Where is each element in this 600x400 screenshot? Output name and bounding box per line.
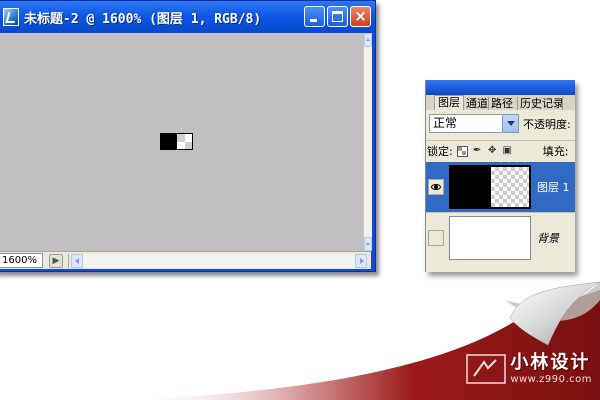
- thumbnail-black-area: [451, 167, 491, 207]
- document-statusbar: 1600% ▶: [0, 251, 371, 269]
- blend-mode-select[interactable]: 正常: [429, 114, 519, 133]
- vertical-scrollbar[interactable]: [363, 33, 372, 251]
- close-icon: ×: [354, 7, 367, 25]
- palette-tabs: 图层 通道 路径 历史记录: [426, 95, 575, 110]
- scroll-down-arrow-icon[interactable]: [364, 237, 372, 251]
- palette-titlebar[interactable]: [426, 80, 575, 95]
- status-divider: [68, 253, 69, 268]
- opacity-label: 不透明度:: [523, 117, 571, 131]
- document-window: 未标题-2 @ 1600% (图层 1, RGB/8) × 1600% ▶: [0, 0, 376, 272]
- horizontal-scrollbar[interactable]: [83, 253, 355, 268]
- layer-name[interactable]: 背景: [537, 230, 559, 246]
- layer-row-background[interactable]: 背景: [426, 212, 575, 262]
- layers-palette: 图层 通道 路径 历史记录 正常 不透明度: 锁定: ✒ ✥ ▣ 填充: 图层 …: [425, 80, 575, 272]
- chevron-down-icon[interactable]: [502, 115, 518, 132]
- lock-label: 锁定:: [427, 145, 453, 158]
- lock-row: 锁定: ✒ ✥ ▣ 填充:: [426, 140, 575, 161]
- layer-thumbnail: [449, 165, 531, 209]
- status-menu-icon[interactable]: ▶: [49, 253, 63, 268]
- zoom-level-field[interactable]: 1600%: [0, 253, 43, 268]
- close-button[interactable]: ×: [350, 6, 371, 27]
- watermark-name: 小林设计: [510, 352, 591, 373]
- tab-paths[interactable]: 路径: [489, 97, 518, 110]
- blend-mode-value: 正常: [433, 116, 458, 130]
- scroll-left-arrow-icon[interactable]: [71, 253, 83, 268]
- canvas-area[interactable]: [0, 33, 363, 251]
- thumbnail-transparent-area: [491, 167, 529, 207]
- blend-options-row: 正常 不透明度:: [426, 111, 575, 136]
- layer-name[interactable]: 图层 1: [537, 179, 570, 195]
- black-pixel-block: [161, 134, 177, 149]
- document-image[interactable]: [160, 133, 193, 150]
- tab-channels[interactable]: 通道: [464, 97, 489, 110]
- tab-layers[interactable]: 图层: [434, 95, 464, 110]
- document-title: 未标题-2 @ 1600% (图层 1, RGB/8): [24, 11, 262, 27]
- minimize-icon: [310, 19, 317, 22]
- lock-image-pixels-icon[interactable]: ✒: [472, 145, 483, 157]
- layer-row-layer-1[interactable]: 图层 1: [426, 162, 575, 212]
- layer-thumbnail: [449, 215, 531, 260]
- lock-transparent-pixels-icon[interactable]: [456, 145, 468, 157]
- fill-label: 填充:: [542, 145, 569, 158]
- maximize-icon: [332, 11, 343, 22]
- photoshop-document-icon[interactable]: [3, 8, 19, 26]
- window-controls: ×: [304, 6, 371, 27]
- minimize-button[interactable]: [304, 6, 325, 27]
- tab-history[interactable]: 历史记录: [518, 97, 563, 110]
- visibility-toggle[interactable]: [428, 229, 444, 246]
- watermark: 小林设计 www.z990.com: [466, 352, 592, 386]
- document-titlebar[interactable]: 未标题-2 @ 1600% (图层 1, RGB/8) ×: [0, 1, 375, 33]
- lock-position-icon[interactable]: ✥: [487, 145, 498, 157]
- watermark-text: 小林设计 www.z990.com: [510, 352, 592, 386]
- lock-all-icon[interactable]: ▣: [502, 145, 513, 157]
- watermark-logo: [466, 354, 507, 384]
- eye-icon: [431, 184, 441, 190]
- watermark-url: www.z990.com: [510, 374, 592, 385]
- scroll-up-arrow-icon[interactable]: [364, 33, 372, 47]
- visibility-toggle[interactable]: [428, 179, 444, 195]
- maximize-button[interactable]: [327, 6, 348, 27]
- transparent-pixel-block: [177, 134, 192, 149]
- scroll-right-arrow-icon[interactable]: [355, 253, 367, 268]
